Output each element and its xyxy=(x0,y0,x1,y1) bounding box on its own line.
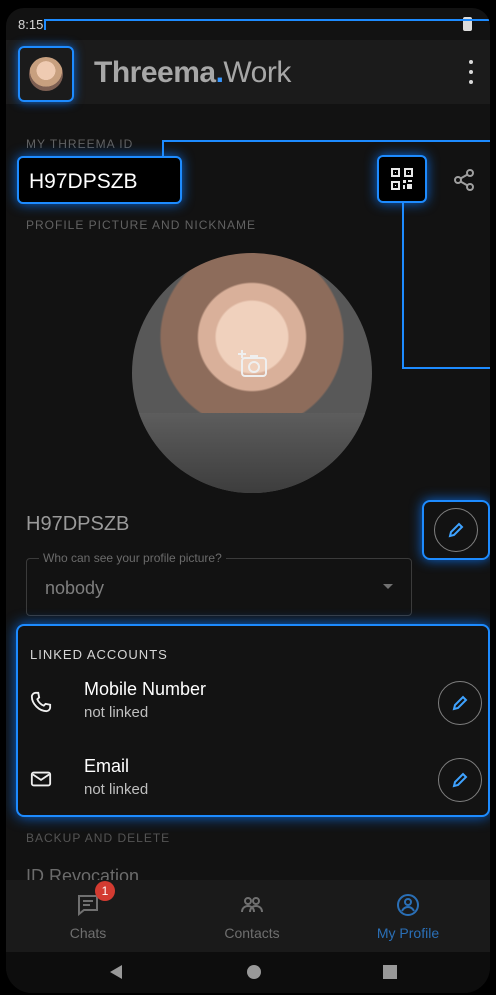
nickname: H97DPSZB xyxy=(26,513,130,535)
annotation-line-qr xyxy=(402,203,490,369)
linked-account-title: Mobile Number xyxy=(84,679,207,699)
linked-account-row-mobile[interactable]: Mobile Number not linked xyxy=(18,671,488,735)
section-profile-picture: PROFILE PICTURE AND NICKNAME xyxy=(26,218,257,232)
section-backup-delete: BACKUP AND DELETE xyxy=(26,831,171,845)
visibility-label: Who can see your profile picture? xyxy=(39,551,226,565)
brand-suffix: Work xyxy=(223,56,291,89)
linked-account-row-email[interactable]: Email not linked xyxy=(18,748,488,812)
back-icon[interactable] xyxy=(110,965,122,979)
profile-picture[interactable] xyxy=(132,253,372,493)
app-brand: Threema.Work xyxy=(94,56,291,90)
brand-main: Threema xyxy=(94,56,216,89)
nav-contacts[interactable]: Contacts xyxy=(172,880,332,952)
annotation-line-avatar xyxy=(44,19,490,30)
linked-accounts-title: LINKED ACCOUNTS xyxy=(30,647,168,662)
dropdown-arrow-icon xyxy=(383,584,393,589)
recent-apps-icon[interactable] xyxy=(383,965,397,979)
linked-account-status: not linked xyxy=(84,704,149,721)
qr-code-icon xyxy=(391,168,413,190)
contacts-icon xyxy=(241,897,263,913)
nav-label: My Profile xyxy=(376,925,440,941)
status-time: 8:15 xyxy=(18,17,44,32)
threema-id-value: H97DPSZB xyxy=(29,170,138,193)
app-bar: Threema.Work xyxy=(6,40,490,104)
nav-chats[interactable]: 1 Chats xyxy=(8,880,168,952)
visibility-value: nobody xyxy=(45,578,105,598)
nav-label: Contacts xyxy=(224,925,280,941)
phone-icon xyxy=(30,691,52,713)
annotation-line-id xyxy=(162,140,490,158)
pencil-icon xyxy=(452,772,468,788)
section-my-threema-id: MY THREEMA ID xyxy=(26,137,134,151)
avatar-face-icon xyxy=(29,57,63,91)
profile-avatar-button[interactable] xyxy=(18,46,74,102)
linked-accounts-card: LINKED ACCOUNTS Mobile Number not linked… xyxy=(16,624,490,817)
profile-icon xyxy=(397,894,419,916)
profile-picture-shirt xyxy=(132,413,372,493)
share-icon[interactable] xyxy=(452,168,476,192)
qr-code-button[interactable] xyxy=(377,155,427,203)
more-options-icon[interactable] xyxy=(468,60,474,84)
pencil-icon xyxy=(452,695,468,711)
pencil-icon xyxy=(448,522,464,538)
home-icon[interactable] xyxy=(247,965,261,979)
system-navigation xyxy=(6,952,490,993)
device-screen: 8:15 Threema.Work MY THREEMA ID H97DPSZB xyxy=(6,8,490,993)
edit-nickname-circle xyxy=(434,508,478,552)
edit-nickname-button[interactable] xyxy=(422,500,490,560)
linked-account-title: Email xyxy=(84,756,130,776)
camera-add-icon[interactable] xyxy=(237,348,272,383)
id-revocation-item[interactable]: ID Revocation xyxy=(26,866,466,880)
nav-my-profile[interactable]: My Profile xyxy=(328,880,488,952)
mail-icon xyxy=(30,771,52,787)
chats-unread-badge: 1 xyxy=(95,881,115,901)
bottom-navigation: 1 Chats Contacts My Profile xyxy=(6,880,490,952)
edit-email-button[interactable] xyxy=(438,758,482,802)
edit-mobile-button[interactable] xyxy=(438,681,482,725)
nav-label: Chats xyxy=(69,925,107,941)
profile-picture-visibility-select[interactable]: Who can see your profile picture? nobody xyxy=(26,551,412,616)
linked-account-status: not linked xyxy=(84,781,149,798)
threema-id-field: H97DPSZB xyxy=(17,156,182,204)
